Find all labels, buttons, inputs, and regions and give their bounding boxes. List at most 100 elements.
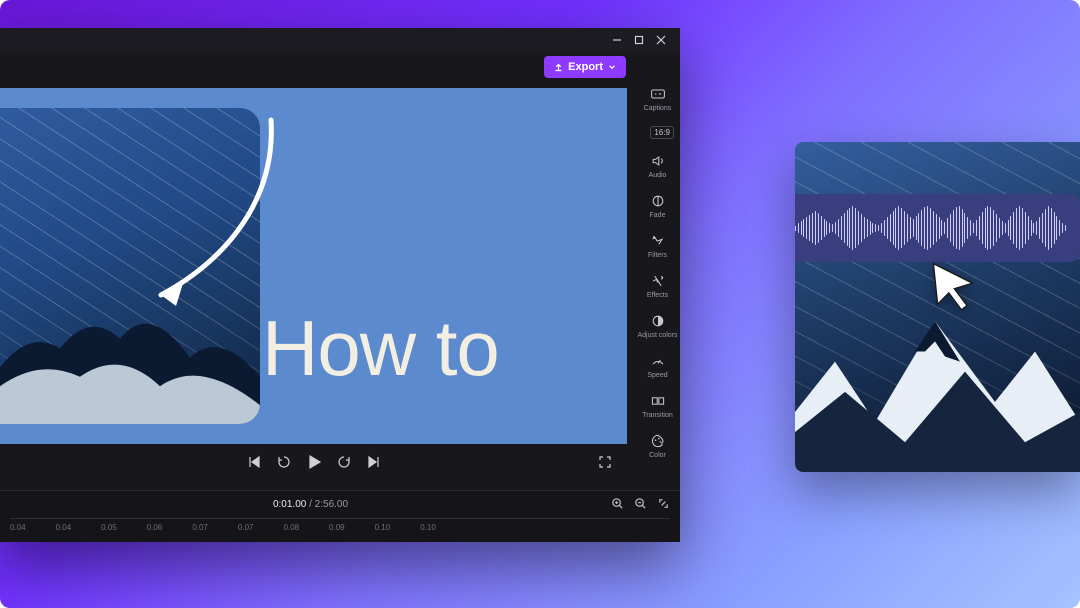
waveform-bar (829, 223, 830, 233)
waveform-bar (973, 223, 974, 233)
forward-button[interactable] (336, 454, 352, 475)
sidebar-item-fade[interactable]: Fade (635, 193, 680, 219)
sidebar-item-audio[interactable]: Audio (635, 153, 680, 179)
waveform-bar (1019, 206, 1020, 250)
editor-window: Export How to (0, 28, 680, 542)
waveform-bar (987, 206, 988, 250)
waveform-bar (812, 213, 813, 243)
sidebar-item-filters[interactable]: Filters (635, 233, 680, 259)
timeline-ruler[interactable]: 0.04 0.04 0.05 0.06 0.07 0.07 0.08 0.09 … (10, 518, 670, 532)
adjust-icon (650, 313, 666, 329)
waveform-bar (838, 219, 839, 237)
sidebar-item-speed[interactable]: Speed (635, 353, 680, 379)
close-button[interactable] (650, 29, 672, 51)
waveform-bar (895, 208, 896, 248)
waveform-bar (1039, 217, 1040, 239)
waveform-bar (852, 206, 853, 250)
waveform-bar (795, 226, 796, 231)
current-time: 0:01.00 (273, 499, 306, 510)
canvas-text-overlay[interactable]: How to (262, 303, 499, 394)
skip-start-button[interactable] (246, 454, 262, 475)
waveform-bar (996, 214, 997, 242)
captions-icon (650, 86, 666, 102)
waveform-bar (1056, 216, 1057, 240)
sidebar-item-effects[interactable]: Effects (635, 273, 680, 299)
waveform-bar (944, 222, 945, 234)
sidebar-label: Color (649, 452, 666, 459)
waveform-bar (907, 214, 908, 242)
waveform-bar (936, 214, 937, 242)
waveform-bar (1002, 221, 1003, 235)
time-readout: 0:01.00 / 2:56.00 (273, 499, 348, 510)
maximize-button[interactable] (628, 29, 650, 51)
waveform-bar (893, 211, 894, 245)
waveform-bar (884, 220, 885, 236)
waveform-bar (999, 218, 1000, 238)
waveform-bar (1042, 213, 1043, 243)
waveform-bar (947, 218, 948, 238)
waveform-bar (1051, 208, 1052, 248)
play-button[interactable] (306, 454, 322, 475)
waveform-bar (835, 222, 836, 234)
waveform-bar (979, 216, 980, 240)
waveform-bar (1031, 220, 1032, 236)
audio-icon (650, 153, 666, 169)
preview-canvas[interactable]: How to (0, 88, 627, 444)
aspect-ratio-badge[interactable]: 16:9 (650, 126, 674, 139)
sidebar-label: Transition (642, 412, 672, 419)
waveform-bar (821, 216, 822, 240)
ruler-tick: 0.08 (283, 523, 299, 532)
playback-controls (0, 444, 627, 484)
waveform-bar (993, 210, 994, 246)
waveform-bar (847, 210, 848, 246)
waveform-bar (964, 213, 965, 243)
waveform-bar (861, 214, 862, 242)
filters-icon (650, 233, 666, 249)
ruler-tick: 0.07 (238, 523, 254, 532)
waveform-bar (803, 219, 804, 237)
waveform-bar (967, 217, 968, 239)
sidebar-item-color[interactable]: Color (635, 433, 680, 459)
ruler-tick: 0.10 (420, 523, 436, 532)
waveform-bar (809, 215, 810, 241)
waveform-bar (870, 221, 871, 235)
sidebar-item-captions[interactable]: Captions (635, 86, 680, 112)
waveform-bar (855, 208, 856, 248)
zoom-in-button[interactable] (611, 497, 624, 512)
ruler-tick: 0.04 (10, 523, 26, 532)
zoom-out-button[interactable] (634, 497, 647, 512)
right-sidebar: Captions 16:9 Audio Fade Filters Eff (635, 82, 680, 490)
fullscreen-button[interactable] (597, 454, 613, 475)
zoom-fit-button[interactable] (657, 497, 670, 512)
window-titlebar (0, 28, 680, 52)
color-icon (650, 433, 666, 449)
timeline-panel: 0:01.00 / 2:56.00 0.04 0.04 0.05 0.06 0.… (0, 490, 680, 542)
waveform-bar (970, 220, 971, 236)
ruler-tick: 0.10 (375, 523, 391, 532)
waveform-bar (962, 209, 963, 247)
waveform-bar (939, 217, 940, 239)
waveform-bar (1013, 212, 1014, 244)
waveform-bar (818, 213, 819, 243)
waveform-bar (801, 221, 802, 235)
waveform-bar (959, 206, 960, 250)
waveform-bar (916, 216, 917, 240)
waveform-bar (1022, 208, 1023, 248)
waveform-bar (867, 219, 868, 237)
waveform-bar (1048, 206, 1049, 250)
chevron-down-icon (608, 63, 616, 71)
sidebar-item-transition[interactable]: Transition (635, 393, 680, 419)
rewind-button[interactable] (276, 454, 292, 475)
ruler-tick: 0.05 (101, 523, 117, 532)
skip-end-button[interactable] (366, 454, 382, 475)
export-button[interactable]: Export (544, 56, 626, 78)
minimize-button[interactable] (606, 29, 628, 51)
waveform-bar (1005, 223, 1006, 233)
waveform-bar (982, 212, 983, 244)
export-label: Export (568, 61, 603, 73)
audio-waveform-clip[interactable] (795, 194, 1080, 262)
waveform-bar (887, 217, 888, 239)
sidebar-item-adjust-colors[interactable]: Adjust colors (635, 313, 680, 339)
waveform-bar (990, 207, 991, 249)
sidebar-label: Captions (644, 105, 672, 112)
